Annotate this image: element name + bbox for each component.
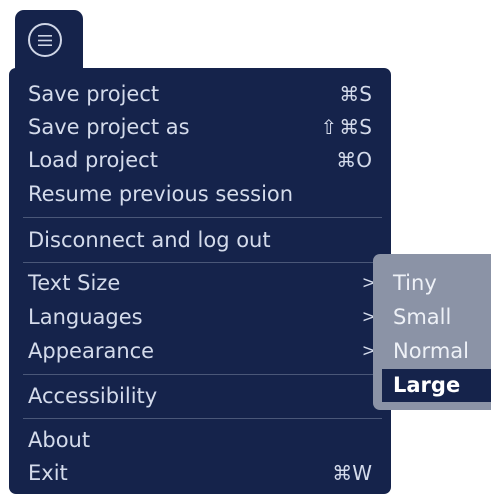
shortcut-label: ⌘S	[339, 115, 372, 139]
menu-item-accessibility[interactable]: Accessibility	[28, 380, 372, 413]
menu-item-label: Resume previous session	[28, 182, 294, 206]
menu-item-label: Load project	[28, 148, 158, 172]
menu-item-resume-session[interactable]: Resume previous session	[28, 178, 372, 211]
menu-divider	[23, 418, 382, 419]
menu-item-label: Accessibility	[28, 384, 158, 408]
shift-icon: ⇧	[320, 115, 338, 139]
menu-divider	[23, 374, 382, 375]
menu-item-label: Languages	[28, 305, 143, 329]
shortcut-label: ⌘O	[336, 148, 372, 172]
menu-item-save-project-as[interactable]: Save project as ⇧ ⌘S	[28, 111, 372, 144]
menu-item-languages[interactable]: Languages >	[28, 301, 376, 334]
menu-item-load-project[interactable]: Load project ⌘O	[28, 144, 372, 177]
app-root: Save project ⌘S Save project as ⇧ ⌘S Loa…	[0, 0, 491, 494]
shortcut: ⇧ ⌘S	[321, 111, 372, 144]
menu-item-appearance[interactable]: Appearance >	[28, 335, 376, 368]
menu-button[interactable]	[28, 23, 62, 57]
menu-item-label: Disconnect and log out	[28, 228, 271, 252]
text-size-option-large[interactable]: Large	[382, 369, 491, 402]
menu-item-label: Appearance	[28, 339, 155, 363]
text-size-option-small[interactable]: Small	[373, 301, 491, 334]
menu-item-save-project[interactable]: Save project ⌘S	[28, 78, 372, 111]
menu-item-about[interactable]: About	[28, 424, 372, 457]
hamburger-icon	[38, 34, 52, 46]
menu-divider	[23, 262, 382, 263]
menu-item-label: About	[28, 428, 91, 452]
menu-divider	[23, 217, 382, 218]
shortcut-label: ⌘W	[332, 461, 372, 485]
menu-item-text-size[interactable]: Text Size >	[28, 267, 376, 300]
menu-item-disconnect[interactable]: Disconnect and log out	[28, 224, 372, 257]
text-size-submenu: Tiny Small Normal Large	[373, 254, 491, 410]
main-menu: Save project ⌘S Save project as ⇧ ⌘S Loa…	[9, 68, 391, 494]
text-size-option-tiny[interactable]: Tiny	[373, 267, 491, 300]
menu-item-exit[interactable]: Exit ⌘W	[28, 457, 372, 490]
shortcut-label: ⌘S	[339, 82, 372, 106]
menu-item-label: Save project	[28, 82, 160, 106]
text-size-option-normal[interactable]: Normal	[373, 335, 491, 368]
menu-item-label: Text Size	[28, 271, 121, 295]
menu-item-label: Save project as	[28, 115, 190, 139]
menu-item-label: Exit	[28, 461, 68, 485]
menu-tab	[15, 10, 83, 72]
